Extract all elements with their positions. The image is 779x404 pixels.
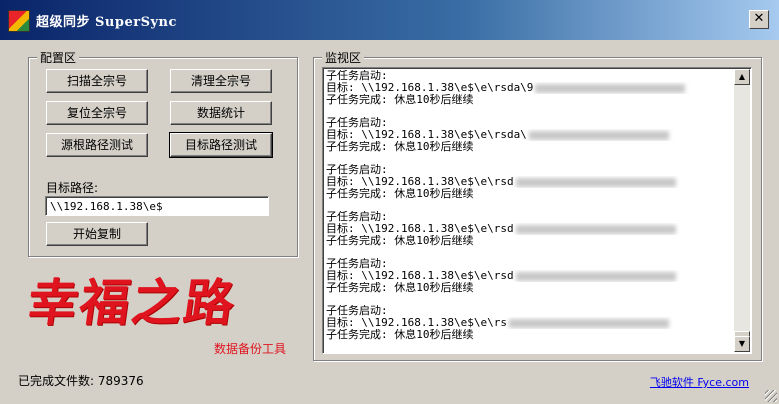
config-group-label: 配置区	[37, 49, 80, 66]
completed-files-count: 789376	[97, 374, 144, 388]
redacted-text	[528, 130, 669, 140]
log-line: 目标: \\192.168.1.38\e$\e\rsd	[326, 270, 514, 282]
reset-fonds-button[interactable]: 复位全宗号	[46, 101, 148, 125]
log-line: 子任务完成: 休息10秒后继续	[326, 188, 474, 200]
scroll-up-button[interactable]: ▲	[734, 69, 750, 85]
app-icon	[8, 10, 30, 32]
scan-fonds-button[interactable]: 扫描全宗号	[46, 69, 148, 93]
scroll-down-button[interactable]: ▼	[734, 336, 750, 352]
redacted-text	[515, 271, 676, 281]
log-line: 目标: \\192.168.1.38\e$\e\rsd	[326, 223, 514, 235]
log-line: 子任务完成: 休息10秒后继续	[326, 94, 474, 106]
log-entry: 子任务启动: 目标: \\192.168.1.38\e$\e\rsd 子任务完成…	[326, 164, 734, 211]
log-line: 子任务完成: 休息10秒后继续	[326, 282, 474, 294]
log-entry: 子任务启动: 目标: \\192.168.1.38\e$\e\rsda\9 子任…	[326, 70, 734, 117]
monitor-group-label: 监视区	[322, 49, 365, 66]
source-path-test-button[interactable]: 源根路径测试	[46, 133, 148, 157]
log-line: 子任务启动:	[326, 117, 388, 129]
data-stats-button[interactable]: 数据统计	[170, 101, 272, 125]
monitor-log[interactable]: 子任务启动: 目标: \\192.168.1.38\e$\e\rsda\9 子任…	[322, 67, 752, 354]
target-path-test-button[interactable]: 目标路径测试	[169, 132, 273, 158]
target-path-label: 目标路径:	[46, 181, 99, 195]
logo-calligraphy: 幸福之路	[23, 273, 241, 332]
log-line: 子任务启动:	[326, 164, 388, 176]
log-line: 子任务完成: 休息10秒后继续	[326, 329, 474, 341]
start-copy-button[interactable]: 开始复制	[46, 222, 148, 246]
log-entry: 子任务启动: 目标: \\192.168.1.38\e$\e\rsd 子任务完成…	[326, 211, 734, 258]
log-line: 子任务完成: 休息10秒后继续	[326, 235, 474, 247]
log-line: 目标: \\192.168.1.38\e$\e\rsd	[326, 176, 514, 188]
redacted-text	[535, 83, 686, 93]
log-line: 目标: \\192.168.1.38\e$\e\rsda\9	[326, 82, 534, 94]
log-entry: 子任务启动: 目标: \\192.168.1.38\e$\e\rsda\ 子任务…	[326, 117, 734, 164]
title-bar: 超级同步 SuperSync ✕	[0, 0, 779, 40]
log-line: 子任务启动:	[326, 258, 388, 270]
status-completed: 已完成文件数: 789376	[18, 372, 144, 389]
redacted-text	[515, 177, 676, 187]
log-line: 子任务启动:	[326, 211, 388, 223]
close-button[interactable]: ✕	[749, 10, 769, 29]
vendor-link[interactable]: 飞驰软件 Fyce.com	[650, 374, 749, 390]
redacted-text	[508, 318, 669, 328]
log-line: 子任务启动:	[326, 305, 388, 317]
completed-files-label: 已完成文件数:	[18, 374, 95, 388]
logo-subtitle: 数据备份工具	[214, 342, 287, 356]
window-title: 超级同步 SuperSync	[36, 15, 177, 30]
log-scrollbar[interactable]: ▲ ▼	[734, 69, 750, 352]
log-line: 目标: \\192.168.1.38\e$\e\rsda\	[326, 129, 527, 141]
log-line: 目标: \\192.168.1.38\e$\e\rs	[326, 317, 507, 329]
log-line: 子任务完成: 休息10秒后继续	[326, 141, 474, 153]
redacted-text	[515, 224, 676, 234]
log-entry: 子任务启动: 目标: \\192.168.1.38\e$\e\rs 子任务完成:…	[326, 305, 734, 341]
log-line: 子任务启动:	[326, 70, 388, 82]
target-path-input[interactable]: \\192.168.1.38\e$	[45, 196, 269, 216]
clean-fonds-button[interactable]: 清理全宗号	[170, 69, 272, 93]
resize-grip[interactable]	[765, 390, 777, 402]
log-entry: 子任务启动: 目标: \\192.168.1.38\e$\e\rsd 子任务完成…	[326, 258, 734, 305]
